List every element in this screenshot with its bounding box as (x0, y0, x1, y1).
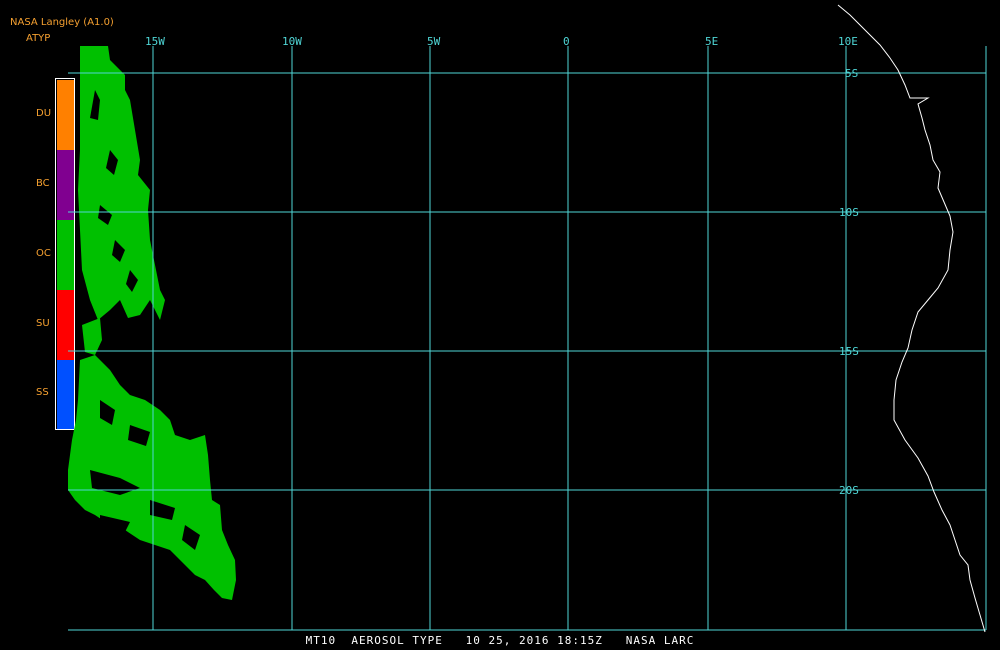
lon-label-10w: 10W (282, 35, 302, 48)
lon-label-0: 0 (563, 35, 570, 48)
lon-label-10e: 10E (838, 35, 858, 48)
lon-label-5e: 5E (705, 35, 718, 48)
map-panel: 15W 10W 5W 0 5E 10E 5S 10S 15S 20S (68, 4, 987, 633)
lat-label-10s: 10S (839, 206, 859, 219)
lat-label-20s: 20S (839, 484, 859, 497)
lon-label-15w: 15W (145, 35, 165, 48)
lat-label-15s: 15S (839, 345, 859, 358)
product-footer: MT10 AEROSOL TYPE 10 25, 2016 18:15Z NAS… (305, 634, 695, 647)
lat-label-5s: 5S (845, 67, 858, 80)
coastline (837, 4, 986, 633)
lon-label-5w: 5W (427, 35, 441, 48)
aerosol-swath (68, 46, 236, 600)
